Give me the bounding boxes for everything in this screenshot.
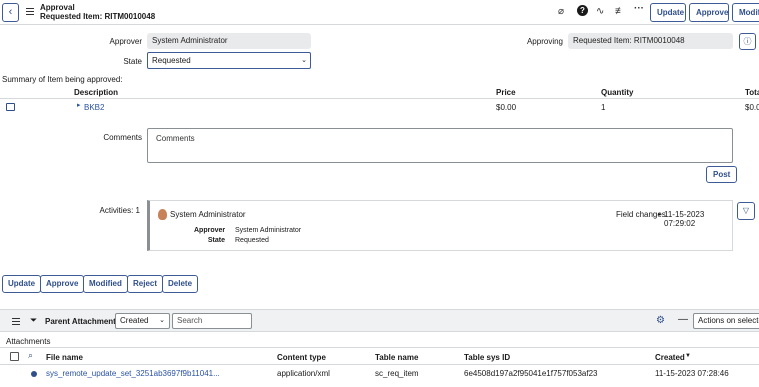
select-all-checkbox[interactable] <box>10 352 19 361</box>
gear-icon[interactable]: ⚙ <box>656 315 665 326</box>
bullet-separator: • <box>658 210 661 219</box>
comments-label: Comments <box>103 133 142 142</box>
approve-button[interactable]: Approve <box>40 275 85 293</box>
help-icon[interactable]: ? <box>577 5 588 16</box>
search-input[interactable]: Search <box>172 313 252 329</box>
state-select[interactable]: Requested ⌄ <box>147 52 311 69</box>
activities-label: Activities: 1 <box>99 206 140 215</box>
column-header-total: Total <box>745 88 759 97</box>
approver-field: System Administrator <box>147 33 311 49</box>
chevron-down-icon: ⌄ <box>301 57 307 64</box>
activity-pulse-icon[interactable]: ∿ <box>596 6 604 17</box>
approving-label: Approving <box>526 37 563 46</box>
sort-descending-icon[interactable]: ▼ <box>685 353 691 359</box>
approving-field: Requested Item: RITM0010048 <box>568 33 733 49</box>
expand-triangle-icon[interactable]: ▸ <box>77 101 81 109</box>
modified-button[interactable]: Modified <box>732 3 759 22</box>
state-selected-value: Requested <box>152 56 191 65</box>
funnel-icon[interactable]: ⏷ <box>30 315 37 326</box>
reject-button[interactable]: Reject <box>127 275 164 293</box>
summary-heading: Summary of Item being approved: <box>2 75 123 84</box>
column-header-created[interactable]: Created <box>655 353 685 362</box>
column-header-file-name[interactable]: File name <box>46 353 83 362</box>
list-menu-icon[interactable] <box>12 318 20 327</box>
activity-user: System Administrator <box>170 210 246 219</box>
change-field-value: System Administrator <box>235 227 302 234</box>
update-button[interactable]: Update <box>2 275 42 293</box>
attachment-table-sys-id: 6e4508d197a2f95041e1f757f053af23 <box>464 369 598 378</box>
breadcrumb: Attachments <box>6 337 51 346</box>
chevron-left-icon: ‹ <box>8 6 13 18</box>
change-field-name: Approver <box>194 227 226 234</box>
item-total: $0.00 <box>745 103 759 112</box>
column-header-quantity: Quantity <box>601 88 634 97</box>
delete-button[interactable]: Delete <box>162 275 199 293</box>
related-list-toolbar: ⏷ Parent Attachments Created ⌄ Search ⚙ … <box>0 309 759 332</box>
search-field-select[interactable]: Created ⌄ <box>115 313 170 329</box>
chevron-down-icon: ⌄ <box>159 317 165 324</box>
attachment-content-type: application/xml <box>277 369 330 378</box>
change-field-name: State <box>207 237 225 244</box>
item-price: $0.00 <box>496 103 517 112</box>
settings-sliders-icon[interactable]: ≢ <box>615 6 625 17</box>
back-button[interactable]: ‹ <box>2 3 19 22</box>
actions-select[interactable]: Actions on selected rows <box>693 313 759 329</box>
column-header-table-sys-id[interactable]: Table sys ID <box>464 353 510 362</box>
search-field-value: Created <box>120 316 149 325</box>
approver-label: Approver <box>109 37 142 46</box>
post-button[interactable]: Post <box>706 166 738 183</box>
item-quantity: 1 <box>601 103 606 112</box>
filter-icon[interactable]: ▽ <box>737 202 755 220</box>
record-title: Requested Item: RITM0010048 <box>40 12 156 21</box>
comments-placeholder: Comments <box>156 134 195 143</box>
avatar <box>158 209 167 220</box>
change-field-value: Requested <box>235 237 269 244</box>
state-label: State <box>123 57 142 66</box>
related-list-title: Parent Attachments <box>45 317 121 326</box>
more-options-icon[interactable]: ··· <box>634 3 644 14</box>
form-header: ‹ Approval Requested Item: RITM0010048 ⌀… <box>0 0 759 25</box>
column-header-table-name[interactable]: Table name <box>375 353 418 362</box>
comments-textarea[interactable]: Comments <box>147 128 733 163</box>
column-header-description: Description <box>74 88 119 97</box>
search-placeholder: Search <box>177 316 203 325</box>
activity-card: System Administrator Field changes • 11-… <box>147 200 733 251</box>
collapse-icon[interactable]: — <box>678 314 688 325</box>
column-header-price: Price <box>496 88 516 97</box>
catalog-item-icon[interactable] <box>6 103 15 111</box>
search-icon[interactable]: ⌕ <box>28 350 33 361</box>
divider <box>0 98 759 99</box>
row-status-dot <box>31 371 37 377</box>
actions-label: Actions on selected rows <box>698 316 759 325</box>
divider <box>0 364 759 365</box>
approve-button[interactable]: Approve <box>689 3 729 22</box>
attachment-file-link[interactable]: sys_remote_update_set_3251ab3697f9b11041… <box>46 369 220 378</box>
paperclip-icon[interactable]: ⌀ <box>558 6 564 17</box>
context-menu-icon[interactable] <box>26 8 34 17</box>
activity-timestamp: 11-15-2023 07:29:02 <box>664 210 705 228</box>
attachment-created: 11-15-2023 07:28:46 <box>655 369 729 378</box>
column-header-content-type[interactable]: Content type <box>277 353 326 362</box>
record-type: Approval <box>40 3 75 12</box>
divider <box>0 347 759 348</box>
info-icon[interactable]: ⓘ <box>739 33 756 50</box>
modified-button[interactable]: Modified <box>83 275 128 293</box>
item-link[interactable]: BKB2 <box>84 103 104 112</box>
attachment-table-name: sc_req_item <box>375 369 419 378</box>
update-button[interactable]: Update <box>650 3 686 22</box>
